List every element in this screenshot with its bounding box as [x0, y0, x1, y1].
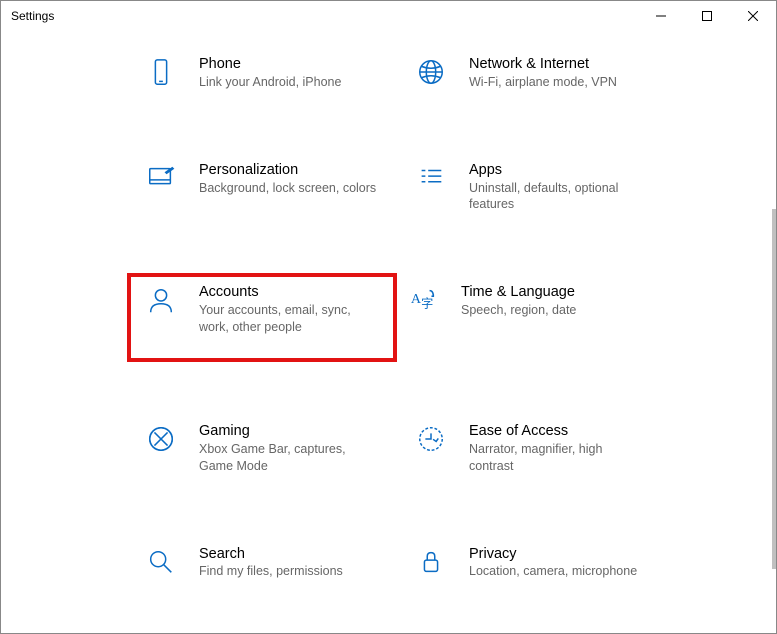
category-title: Accounts [199, 283, 383, 302]
titlebar: Settings [1, 1, 776, 31]
category-title: Time & Language [461, 283, 653, 302]
category-desc: Your accounts, email, sync, work, other … [199, 302, 379, 336]
category-desc: Background, lock screen, colors [199, 180, 379, 197]
minimize-button[interactable] [638, 1, 684, 31]
window-title: Settings [1, 9, 638, 23]
category-accounts[interactable]: AccountsYour accounts, email, sync, work… [127, 273, 397, 362]
category-gaming[interactable]: GamingXbox Game Bar, captures, Game Mode [131, 416, 401, 481]
personalization-icon [141, 161, 181, 214]
category-desc: Find my files, permissions [199, 563, 379, 580]
content-area: PhoneLink your Android, iPhoneNetwork & … [1, 31, 776, 633]
privacy-icon [411, 545, 451, 581]
ease-of-access-icon [411, 422, 451, 475]
phone-icon [141, 55, 181, 91]
search-icon [141, 545, 181, 581]
category-title: Privacy [469, 545, 661, 564]
time-language-icon: A字 [403, 283, 443, 352]
category-search[interactable]: SearchFind my files, permissions [131, 539, 401, 587]
category-network[interactable]: Network & InternetWi-Fi, airplane mode, … [401, 49, 671, 97]
apps-icon [411, 161, 451, 214]
svg-text:A: A [411, 291, 422, 307]
category-desc: Speech, region, date [461, 302, 641, 319]
category-personalization[interactable]: PersonalizationBackground, lock screen, … [131, 155, 401, 220]
category-ease-of-access[interactable]: Ease of AccessNarrator, magnifier, high … [401, 416, 671, 481]
category-desc: Wi-Fi, airplane mode, VPN [469, 74, 649, 91]
category-desc: Uninstall, defaults, optional features [469, 180, 649, 214]
category-title: Personalization [199, 161, 391, 180]
category-privacy[interactable]: PrivacyLocation, camera, microphone [401, 539, 671, 587]
window-controls [638, 1, 776, 31]
category-desc: Xbox Game Bar, captures, Game Mode [199, 441, 379, 475]
accounts-icon [141, 283, 181, 336]
svg-text:字: 字 [421, 296, 433, 311]
gaming-icon [141, 422, 181, 475]
category-title: Network & Internet [469, 55, 661, 74]
category-title: Phone [199, 55, 391, 74]
category-desc: Narrator, magnifier, high contrast [469, 441, 649, 475]
category-title: Apps [469, 161, 661, 180]
category-desc: Location, camera, microphone [469, 563, 649, 580]
category-title: Ease of Access [469, 422, 661, 441]
category-title: Search [199, 545, 391, 564]
close-button[interactable] [730, 1, 776, 31]
category-apps[interactable]: AppsUninstall, defaults, optional featur… [401, 155, 671, 220]
settings-grid: PhoneLink your Android, iPhoneNetwork & … [131, 49, 671, 633]
scrollbar[interactable] [772, 209, 776, 569]
network-icon [411, 55, 451, 91]
category-desc: Link your Android, iPhone [199, 74, 379, 91]
maximize-button[interactable] [684, 1, 730, 31]
category-title: Gaming [199, 422, 391, 441]
category-phone[interactable]: PhoneLink your Android, iPhone [131, 49, 401, 97]
category-time-language[interactable]: A字 Time & LanguageSpeech, region, date [393, 277, 663, 358]
